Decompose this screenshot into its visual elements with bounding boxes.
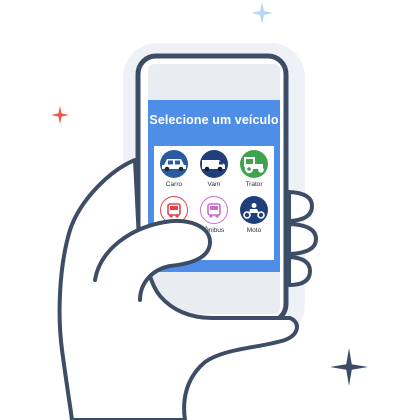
hand-illustration [57,158,318,420]
finger-2 [287,222,318,256]
finger-3 [287,255,312,287]
palm [57,158,299,420]
finger-1 [287,190,314,223]
illustration: Selecione um veículo Carro Vam Trator Ôn… [0,0,420,420]
